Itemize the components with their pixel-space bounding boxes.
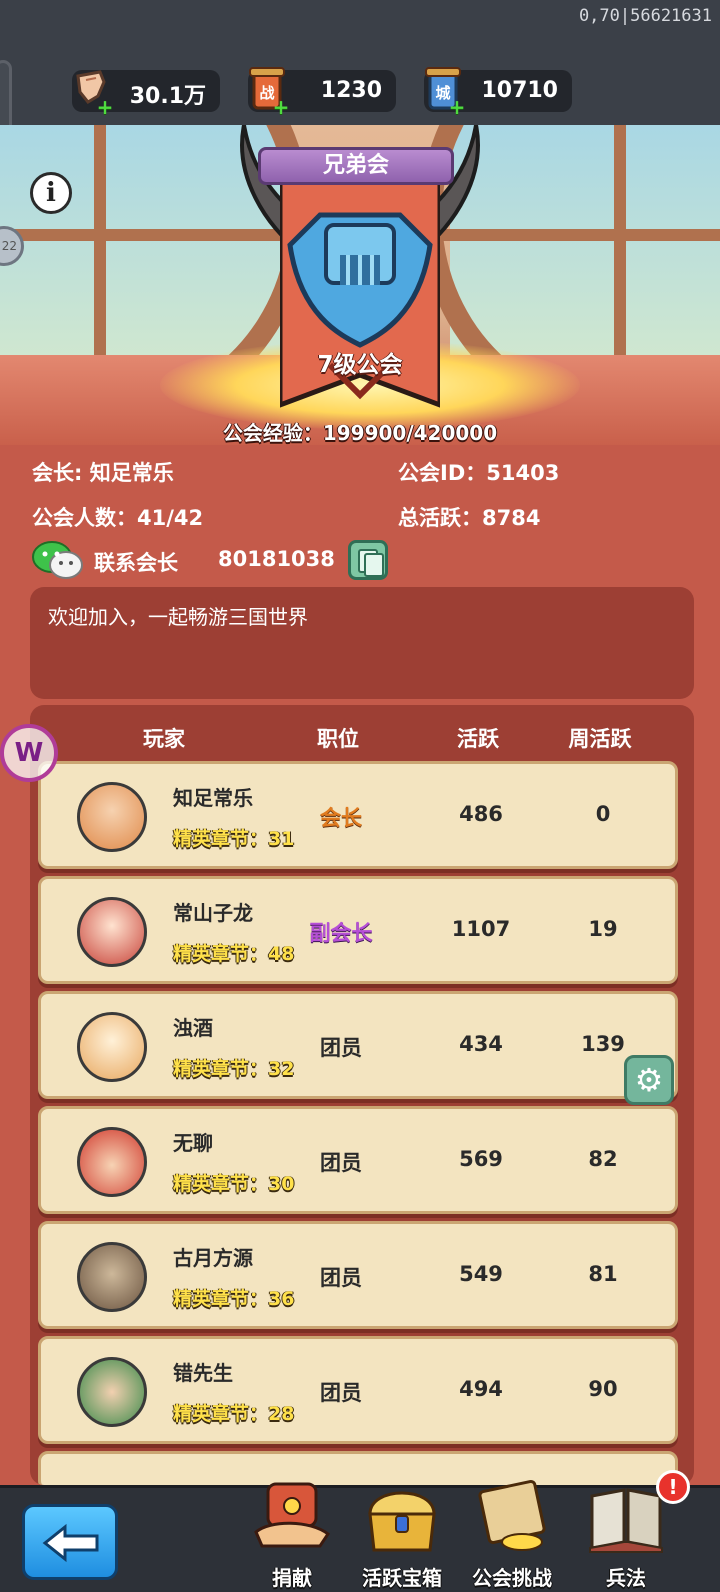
- guild-challenge-button[interactable]: 公会挑战: [458, 1479, 566, 1592]
- donate-icon: [254, 1482, 331, 1548]
- settings-gear-icon[interactable]: ⚙: [624, 1055, 674, 1105]
- tactics-label: 兵法: [606, 1566, 646, 1590]
- elite-chapter: 精英章节：28: [173, 1403, 295, 1425]
- table-row[interactable]: 常山子龙 精英章节：48 副会长 1107 19: [38, 876, 678, 984]
- player-active: 1107: [451, 917, 511, 941]
- guild-notice: 欢迎加入，一起畅游三国世界: [30, 587, 694, 699]
- player-active: 494: [459, 1377, 503, 1401]
- wechat-icon: [32, 541, 83, 579]
- player-name: 常山子龙: [173, 901, 253, 925]
- player-role: 副会长: [309, 921, 373, 945]
- header-role: 职位: [317, 727, 359, 751]
- player-weekly-active: 82: [588, 1147, 618, 1171]
- player-weekly-active: 90: [588, 1377, 618, 1401]
- header-player: 玩家: [143, 727, 185, 751]
- table-row[interactable]: 知足常乐 精英章节：31 会长 486 0: [38, 761, 678, 869]
- tactics-button[interactable]: 兵法: [572, 1488, 680, 1592]
- elite-chapter: 精英章节：36: [173, 1288, 295, 1310]
- guild-level: 7级公会: [317, 352, 403, 378]
- player-role: 团员: [320, 1381, 362, 1405]
- player-weekly-active: 81: [588, 1262, 618, 1286]
- guild-emblem: 兄弟会 7级公会: [232, 125, 488, 430]
- table-row[interactable]: [38, 1451, 678, 1485]
- avatar[interactable]: [77, 1357, 147, 1427]
- header-weekly: 周活跃: [568, 727, 632, 751]
- player-active: 434: [459, 1032, 503, 1056]
- top-bar: 0,70|56621631 + 30.1万 战 + 1230 城 + 10710: [0, 0, 720, 160]
- elite-chapter: 精英章节：31: [173, 828, 295, 850]
- player-active: 486: [459, 802, 503, 826]
- resource-hand[interactable]: + 30.1万: [72, 70, 220, 117]
- challenge-label: 公会挑战: [472, 1566, 552, 1590]
- scroll-icon: [478, 1479, 546, 1551]
- elite-chapter: 精英章节：48: [173, 943, 295, 965]
- guild-members: 公会人数：41/42: [32, 506, 204, 530]
- notification-badge: !: [656, 1470, 690, 1504]
- guild-total-active: 总活跃：8784: [398, 506, 541, 530]
- avatar[interactable]: [77, 1242, 147, 1312]
- add-icon[interactable]: +: [448, 97, 466, 117]
- resource-value: 1230: [320, 78, 382, 103]
- active-chest-button[interactable]: 活跃宝箱: [348, 1488, 456, 1592]
- player-name: 无聊: [173, 1131, 213, 1155]
- player-name: 古月方源: [173, 1246, 253, 1270]
- resource-value: 30.1万: [129, 84, 206, 109]
- treasure-chest-icon: [368, 1491, 436, 1552]
- guild-name: 兄弟会: [258, 147, 454, 185]
- player-name: 错先生: [173, 1361, 233, 1385]
- avatar[interactable]: [77, 1127, 147, 1197]
- avatar[interactable]: [77, 1012, 147, 1082]
- contact-leader-label: 联系会长: [94, 551, 178, 575]
- avatar[interactable]: [77, 782, 147, 852]
- player-role: 团员: [320, 1266, 362, 1290]
- info-button[interactable]: i: [30, 172, 72, 214]
- add-icon[interactable]: +: [96, 97, 114, 117]
- header-active: 活跃: [457, 727, 499, 751]
- back-button[interactable]: [22, 1504, 118, 1580]
- debug-id: 0,70|56621631: [578, 6, 712, 26]
- table-header: 玩家 职位 活跃 周活跃: [30, 723, 694, 753]
- resource-city[interactable]: 城 + 10710: [424, 67, 572, 117]
- chest-label: 活跃宝箱: [362, 1566, 442, 1590]
- player-weekly-active: 0: [595, 802, 611, 826]
- bottom-bar: 捐献 活跃宝箱 公会挑战 兵法: [0, 1479, 720, 1592]
- donate-label: 捐献: [272, 1566, 312, 1590]
- player-name: 浊酒: [173, 1016, 213, 1040]
- player-role: 团员: [320, 1151, 362, 1175]
- notice-text: 欢迎加入，一起畅游三国世界: [48, 605, 308, 629]
- player-weekly-active: 139: [581, 1032, 625, 1056]
- table-row[interactable]: 无聊 精英章节：30 团员 569 82: [38, 1106, 678, 1214]
- guild-exp: 公会经验：199900/420000: [222, 421, 498, 445]
- add-icon[interactable]: +: [272, 97, 290, 117]
- table-row[interactable]: 错先生 精英章节：28 团员 494 90: [38, 1336, 678, 1444]
- player-weekly-active: 19: [588, 917, 618, 941]
- table-row[interactable]: 浊酒 精英章节：32 团员 434 139: [38, 991, 678, 1099]
- elite-chapter: 精英章节：32: [173, 1058, 295, 1080]
- player-active: 569: [459, 1147, 503, 1171]
- member-table: 玩家 职位 活跃 周活跃 知足常乐 精英章节：31 会长 486 0 常山子龙 …: [30, 705, 694, 1485]
- resource-battle[interactable]: 战 + 1230: [248, 67, 396, 117]
- player-role: 团员: [320, 1036, 362, 1060]
- guild-id: 公会ID：51403: [398, 461, 560, 485]
- avatar[interactable]: [77, 897, 147, 967]
- donate-button[interactable]: 捐献: [238, 1482, 346, 1592]
- player-name: 知足常乐: [173, 786, 253, 810]
- contact-number: 80181038: [218, 547, 335, 571]
- overlay-w-logo-icon[interactable]: W: [0, 724, 58, 782]
- copy-button[interactable]: [348, 540, 388, 580]
- player-active: 549: [459, 1262, 503, 1286]
- player-role: 会长: [320, 806, 362, 830]
- back-arrow-icon: [42, 1523, 99, 1563]
- guild-leader: 会长: 知足常乐: [32, 461, 174, 485]
- elite-chapter: 精英章节：30: [173, 1173, 295, 1195]
- table-row[interactable]: 古月方源 精英章节：36 团员 549 81: [38, 1221, 678, 1329]
- resource-value: 10710: [481, 78, 558, 103]
